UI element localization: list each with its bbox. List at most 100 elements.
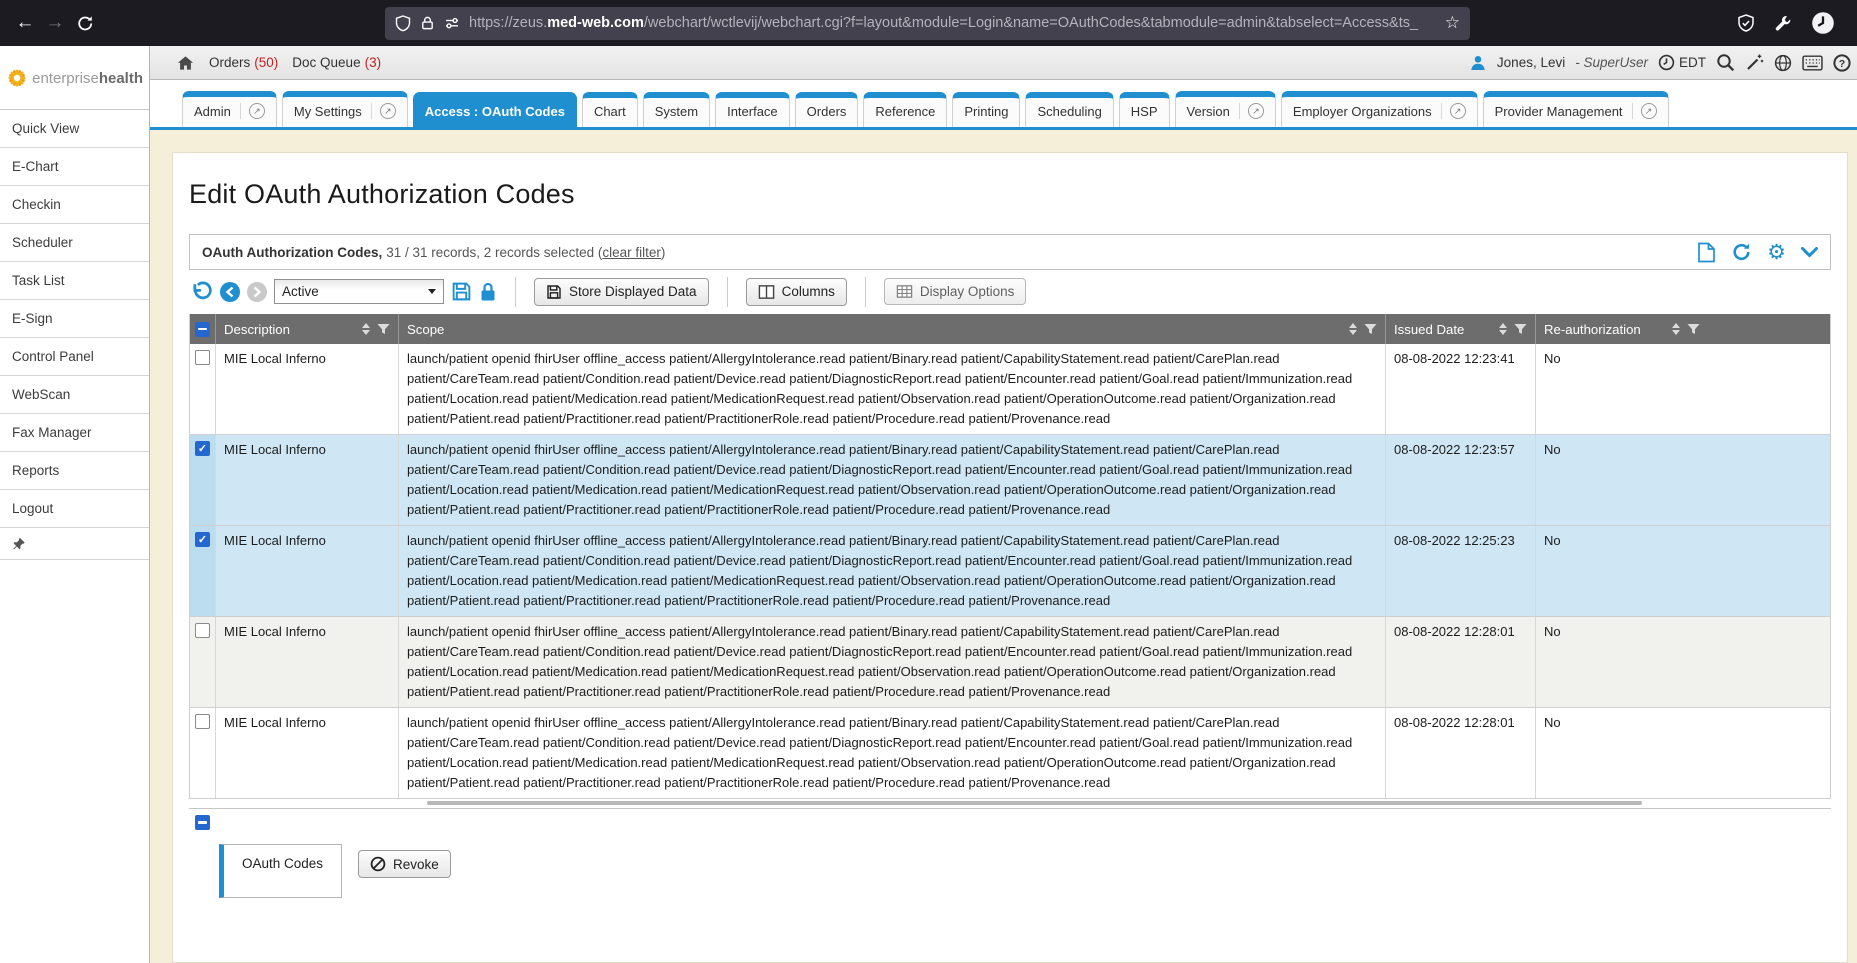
display-options-button[interactable]: Display Options (884, 278, 1027, 305)
bottom-select-all-checkbox[interactable] (195, 815, 210, 830)
sidebar-item-control-panel[interactable]: Control Panel (0, 338, 149, 376)
orders-count: (50) (254, 55, 278, 70)
row-checkbox[interactable]: ✓ (195, 532, 210, 547)
tab-admin[interactable]: Admin↗ (182, 91, 277, 127)
clear-filter-link[interactable]: clear filter (602, 245, 661, 260)
sidebar-item-e-chart[interactable]: E-Chart (0, 148, 149, 186)
shield-check-icon[interactable] (1737, 14, 1755, 33)
sort-icon[interactable] (1665, 323, 1687, 335)
external-link-icon[interactable]: ↗ (1632, 103, 1657, 119)
tab-access-oauth-codes[interactable]: Access : OAuth Codes (413, 92, 577, 127)
row-checkbox[interactable]: ✓ (195, 441, 210, 456)
status-filter-select[interactable]: Active (274, 279, 444, 304)
browser-forward-button[interactable]: → (40, 8, 70, 38)
browser-back-button[interactable]: ← (10, 8, 40, 38)
doc-queue-link[interactable]: Doc Queue(3) (292, 55, 381, 70)
sort-icon[interactable] (1492, 323, 1514, 335)
sidebar-pin-toggle[interactable] (0, 528, 149, 560)
keyboard-icon[interactable] (1802, 55, 1823, 71)
store-displayed-data-button[interactable]: Store Displayed Data (534, 278, 709, 306)
help-icon[interactable]: ? (1833, 54, 1851, 72)
lock-filter-icon[interactable] (479, 282, 497, 302)
sidebar-item-fax-manager[interactable]: Fax Manager (0, 414, 149, 452)
tab-orders[interactable]: Orders (795, 92, 859, 127)
home-button[interactable] (176, 54, 195, 72)
browser-reload-button[interactable] (70, 8, 100, 38)
permissions-sliders-icon[interactable] (444, 16, 460, 30)
external-link-icon[interactable]: ↗ (371, 103, 396, 119)
footer-actions: OAuth Codes Revoke (189, 844, 1831, 898)
filter-funnel-icon[interactable] (1514, 324, 1527, 335)
save-filter-icon[interactable] (451, 281, 472, 302)
chevron-down-icon[interactable] (1801, 247, 1818, 258)
tab-printing[interactable]: Printing (952, 92, 1020, 127)
url-text[interactable]: https://zeus.med-web.com/webchart/wctlev… (469, 15, 1436, 31)
clock-avatar-icon[interactable] (1811, 11, 1835, 35)
tab-chart[interactable]: Chart (582, 92, 638, 127)
sort-icon[interactable] (355, 323, 377, 335)
wrench-icon[interactable] (1774, 14, 1792, 32)
sidebar-item-logout[interactable]: Logout (0, 490, 149, 528)
user-role: - SuperUser (1575, 55, 1648, 70)
tab-version[interactable]: Version↗ (1175, 91, 1276, 127)
sidebar-item-reports[interactable]: Reports (0, 452, 149, 490)
filter-funnel-icon[interactable] (1364, 324, 1377, 335)
orders-link[interactable]: Orders(50) (209, 55, 278, 70)
undo-icon[interactable] (191, 281, 213, 303)
lock-icon[interactable] (420, 15, 435, 31)
row-select-cell (190, 617, 216, 707)
sidebar-item-scheduler[interactable]: Scheduler (0, 224, 149, 262)
timezone-indicator[interactable]: EDT (1658, 54, 1706, 71)
external-link-icon[interactable]: ↗ (240, 103, 265, 119)
tab-employer-organizations[interactable]: Employer Organizations↗ (1281, 91, 1478, 127)
sidebar-item-task-list[interactable]: Task List (0, 262, 149, 300)
page-forward-button[interactable] (247, 282, 267, 302)
issued-date-cell: 08-08-2022 12:28:01 (1386, 617, 1536, 707)
row-checkbox[interactable] (195, 350, 210, 365)
sidebar-item-e-sign[interactable]: E-Sign (0, 300, 149, 338)
logo-text: enterprisehealth (32, 70, 143, 87)
tab-reference[interactable]: Reference (863, 92, 947, 127)
magic-wand-icon[interactable] (1745, 53, 1764, 72)
url-domain: med-web.com (547, 15, 644, 31)
revoke-button[interactable]: Revoke (358, 850, 451, 878)
external-link-icon[interactable]: ↗ (1239, 103, 1264, 119)
column-header-issued-date[interactable]: Issued Date (1386, 314, 1536, 344)
url-path: /webchart/wctlevij/webchart.cgi?f=layout… (644, 15, 1418, 31)
tab-scheduling[interactable]: Scheduling (1025, 92, 1113, 127)
new-document-icon[interactable] (1697, 242, 1716, 263)
tab-hsp[interactable]: HSP (1119, 92, 1170, 127)
column-header-scope[interactable]: Scope (399, 314, 1386, 344)
user-name[interactable]: Jones, Levi (1497, 55, 1565, 70)
column-header-description[interactable]: Description (216, 314, 399, 344)
tab-provider-management[interactable]: Provider Management↗ (1483, 91, 1669, 127)
row-checkbox[interactable] (195, 623, 210, 638)
refresh-icon[interactable] (1731, 242, 1752, 262)
tab-system[interactable]: System (643, 92, 710, 127)
search-icon[interactable] (1716, 53, 1735, 72)
page-back-button[interactable] (220, 282, 240, 302)
filter-funnel-icon[interactable] (377, 324, 390, 335)
bookmark-star-icon[interactable]: ☆ (1445, 13, 1460, 33)
description-cell: MIE Local Inferno (216, 617, 399, 707)
enterprise-health-logo[interactable]: enterprisehealth (0, 46, 149, 110)
gear-icon[interactable]: ⚙ (1767, 242, 1786, 263)
scrollbar-thumb[interactable] (427, 801, 1642, 805)
column-header-reauthorization[interactable]: Re-authorization (1536, 314, 1830, 344)
external-link-icon[interactable]: ↗ (1441, 103, 1466, 119)
select-all-checkbox[interactable] (195, 322, 210, 337)
globe-icon[interactable] (1774, 54, 1792, 72)
reauthorization-cell: No (1536, 435, 1830, 525)
filter-funnel-icon[interactable] (1687, 324, 1700, 335)
oauth-codes-footer-tab[interactable]: OAuth Codes (219, 844, 342, 898)
row-checkbox[interactable] (195, 714, 210, 729)
url-bar[interactable]: https://zeus.med-web.com/webchart/wctlev… (385, 7, 1470, 40)
tab-interface[interactable]: Interface (715, 92, 790, 127)
sidebar-item-quick-view[interactable]: Quick View (0, 110, 149, 148)
sidebar-item-checkin[interactable]: Checkin (0, 186, 149, 224)
tab-my-settings[interactable]: My Settings↗ (282, 91, 408, 127)
shield-icon[interactable] (395, 15, 411, 32)
columns-button[interactable]: Columns (746, 278, 847, 306)
sidebar-item-webscan[interactable]: WebScan (0, 376, 149, 414)
sort-icon[interactable] (1342, 323, 1364, 335)
